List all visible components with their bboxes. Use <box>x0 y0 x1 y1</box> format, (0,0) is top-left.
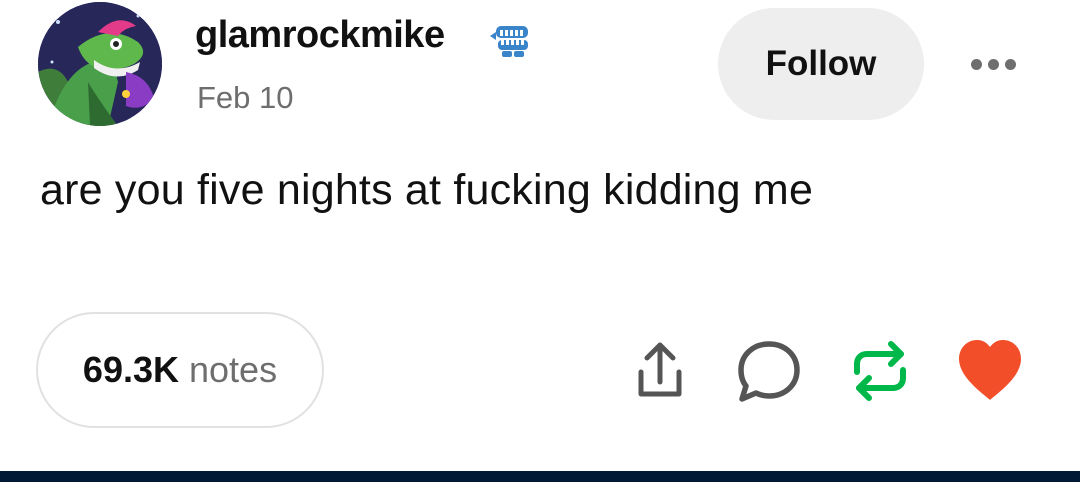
post-body-text: are you five nights at fucking kidding m… <box>40 166 814 214</box>
more-dot <box>970 58 982 70</box>
reply-bubble-icon[interactable] <box>734 336 804 406</box>
heart-icon[interactable] <box>955 336 1025 406</box>
share-icon[interactable] <box>625 336 695 406</box>
more-options-icon[interactable] <box>958 44 1028 84</box>
more-dot <box>987 58 999 70</box>
reblog-icon[interactable] <box>845 336 915 406</box>
username[interactable]: glamrockmike <box>195 14 445 57</box>
post-date[interactable]: Feb 10 <box>197 80 294 116</box>
notes-button[interactable]: 69.3K notes <box>36 312 324 428</box>
follow-button[interactable]: Follow <box>718 8 924 120</box>
chattering-teeth-badge-icon <box>486 18 536 62</box>
bottom-bar <box>0 471 1080 482</box>
notes-count: 69.3K <box>82 349 179 390</box>
avatar[interactable] <box>38 2 162 126</box>
notes-label: notes <box>189 349 278 390</box>
avatar-image <box>38 2 162 126</box>
more-dot <box>1004 58 1016 70</box>
